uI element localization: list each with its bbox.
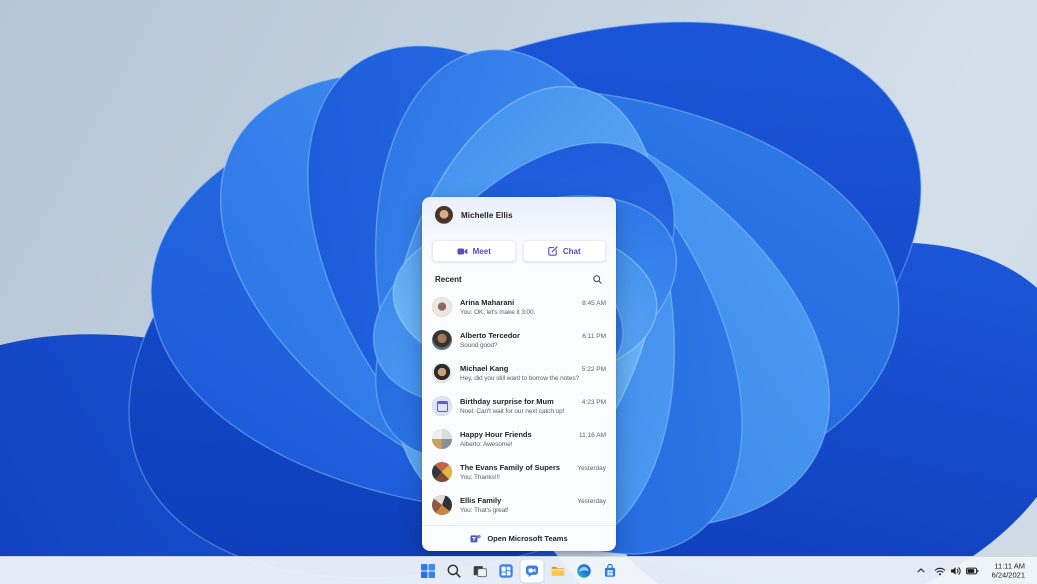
conversation-preview: You: Thanks!!!	[460, 473, 500, 481]
conversation-row[interactable]: Ellis Family Yesterday You: That's great…	[422, 488, 616, 521]
conversation-body: Ellis Family Yesterday You: That's great…	[460, 496, 606, 514]
conversation-time: 11:16 AM	[579, 431, 606, 439]
conversation-time: 8:45 AM	[582, 299, 606, 307]
conversation-avatar	[432, 428, 452, 449]
conversation-preview: Sound good?	[460, 341, 498, 349]
open-teams-button[interactable]: Open Microsoft Teams	[470, 533, 568, 544]
system-tray: 11:11 AM 6/24/2021	[912, 559, 1034, 582]
search-button[interactable]	[592, 274, 603, 285]
conversation-body: The Evans Family of Supers Yesterday You…	[460, 463, 606, 481]
conversation-list: Arina Maharani 8:45 AM You: OK, let's ma…	[422, 288, 616, 525]
start-button[interactable]	[416, 559, 439, 582]
conversation-time: Yesterday	[577, 497, 606, 505]
teams-chat-button[interactable]	[520, 559, 543, 582]
teams-chat-icon	[525, 565, 538, 577]
conversation-preview: Noel: Can't wait for our next catch up!	[460, 407, 565, 415]
conversation-name: Happy Hour Friends	[460, 429, 532, 439]
edge-button[interactable]	[572, 559, 595, 582]
conversation-time: 4:23 PM	[581, 398, 606, 406]
widgets-button[interactable]	[494, 559, 517, 582]
battery-icon	[965, 567, 979, 574]
compose-icon	[548, 246, 558, 256]
task-view-icon	[473, 565, 487, 577]
conversation-time: 5:22 PM	[581, 365, 606, 373]
meet-button-label: Meet	[472, 246, 491, 256]
tray-status-button[interactable]	[930, 559, 983, 582]
conversation-name: The Evans Family of Supers	[460, 462, 561, 472]
desktop: Michelle Ellis Meet Chat Recent Arina Ma…	[0, 0, 1037, 584]
flyout-footer: Open Microsoft Teams	[422, 525, 616, 551]
conversation-name: Ellis Family	[460, 495, 502, 505]
file-explorer-icon	[551, 566, 564, 576]
conversation-name: Arina Maharani	[460, 297, 515, 307]
conversation-body: Happy Hour Friends 11:16 AM Alberto: Awe…	[460, 430, 606, 448]
volume-icon	[950, 566, 961, 575]
flyout-header: Michelle Ellis	[422, 197, 616, 233]
recent-label: Recent	[435, 275, 462, 284]
conversation-body: Birthday surprise for Mum 4:23 PM Noel: …	[460, 397, 606, 415]
conversation-row[interactable]: Michael Kang 5:22 PM Hey, did you still …	[422, 356, 616, 389]
conversation-row[interactable]: Arina Maharani 8:45 AM You: OK, let's ma…	[422, 290, 616, 323]
wifi-icon	[934, 567, 945, 575]
conversation-row[interactable]: Alberto Tercedor 6:11 PM Sound good?	[422, 323, 616, 356]
microsoft-store-button[interactable]	[598, 559, 621, 582]
widgets-icon	[498, 563, 513, 578]
clock-date: 6/24/2021	[991, 570, 1025, 580]
chevron-up-icon	[917, 568, 925, 573]
open-teams-label: Open Microsoft Teams	[487, 534, 568, 543]
tray-chevron-button[interactable]	[912, 559, 930, 582]
search-icon	[593, 275, 602, 284]
conversation-avatar	[432, 494, 452, 515]
teams-icon	[470, 534, 482, 543]
action-buttons: Meet Chat	[422, 233, 616, 271]
conversation-preview: You: That's great!	[460, 506, 509, 514]
chat-button-label: Chat	[562, 246, 581, 256]
teams-chat-flyout: Michelle Ellis Meet Chat Recent Arina Ma…	[422, 197, 616, 551]
conversation-time: Yesterday	[577, 464, 606, 472]
user-avatar[interactable]	[435, 206, 453, 224]
conversation-name: Michael Kang	[460, 363, 509, 373]
recent-bar: Recent	[422, 271, 616, 288]
conversation-preview: Hey, did you still want to borrow the no…	[460, 374, 580, 382]
clock: 11:11 AM 6/24/2021	[987, 561, 1030, 580]
conversation-body: Michael Kang 5:22 PM Hey, did you still …	[460, 364, 606, 382]
conversation-name: Alberto Tercedor	[460, 330, 520, 340]
taskbar-center-icons	[416, 559, 621, 582]
microsoft-store-icon	[604, 563, 615, 577]
taskbar: 11:11 AM 6/24/2021	[0, 556, 1037, 584]
video-camera-icon	[457, 248, 468, 254]
search-taskbar-button[interactable]	[442, 559, 465, 582]
conversation-avatar	[432, 329, 452, 350]
conversation-avatar	[432, 461, 452, 482]
conversation-avatar	[432, 395, 452, 416]
conversation-body: Arina Maharani 8:45 AM You: OK, let's ma…	[460, 298, 606, 316]
chat-button[interactable]: Chat	[522, 240, 606, 262]
clock-time: 11:11 AM	[994, 561, 1025, 570]
conversation-name: Birthday surprise for Mum	[460, 396, 554, 406]
edge-icon	[576, 563, 591, 578]
task-view-button[interactable]	[468, 559, 491, 582]
conversation-avatar	[432, 296, 452, 317]
clock-button[interactable]: 11:11 AM 6/24/2021	[983, 559, 1034, 582]
conversation-body: Alberto Tercedor 6:11 PM Sound good?	[460, 331, 606, 349]
conversation-row[interactable]: The Evans Family of Supers Yesterday You…	[422, 455, 616, 488]
user-name: Michelle Ellis	[461, 210, 513, 220]
file-explorer-button[interactable]	[546, 559, 569, 582]
conversation-avatar	[432, 362, 452, 383]
windows-start-icon	[420, 563, 435, 578]
conversation-preview: Alberto: Awesome!	[460, 440, 513, 448]
conversation-time: 6:11 PM	[582, 332, 606, 340]
conversation-row[interactable]: Birthday surprise for Mum 4:23 PM Noel: …	[422, 389, 616, 422]
conversation-row[interactable]: Happy Hour Friends 11:16 AM Alberto: Awe…	[422, 422, 616, 455]
search-icon	[447, 564, 461, 578]
meet-button[interactable]: Meet	[432, 240, 516, 262]
conversation-preview: You: OK, let's make it 3:00.	[460, 308, 536, 316]
